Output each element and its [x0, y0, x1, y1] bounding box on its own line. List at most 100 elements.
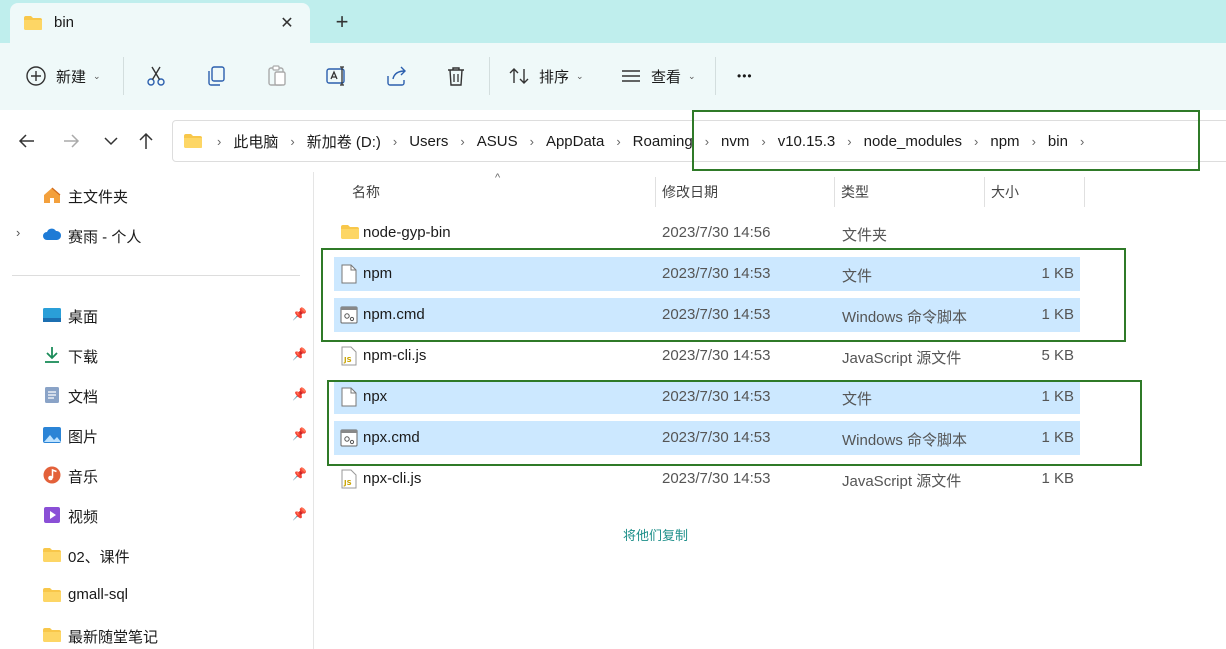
column-header-size[interactable]: 大小	[991, 182, 1019, 202]
recent-locations-chevron-icon[interactable]	[100, 130, 122, 152]
sidebar-item-desktop[interactable]: 桌面 📌	[0, 300, 313, 330]
sidebar-item-label: 最新随堂笔记	[68, 629, 159, 646]
pin-icon[interactable]: 📌	[292, 347, 307, 361]
chevron-right-icon[interactable]: ›	[393, 134, 397, 149]
sidebar-item-courseware[interactable]: 02、课件	[0, 540, 313, 570]
highlight-box-path	[692, 110, 1200, 171]
desktop-icon	[43, 308, 61, 322]
tab-bin[interactable]: bin ✕	[10, 3, 310, 43]
file-name: npm-cli.js	[363, 347, 427, 364]
column-divider[interactable]	[984, 177, 985, 207]
sidebar-item-downloads[interactable]: 下载 📌	[0, 340, 313, 370]
column-header-name[interactable]: 名称	[352, 182, 380, 202]
svg-text:JS: JS	[343, 356, 352, 364]
file-row[interactable]: JS npx-cli.js 2023/7/30 14:53 JavaScript 源文…	[334, 462, 1080, 496]
svg-text:JS: JS	[343, 479, 352, 487]
column-divider[interactable]	[834, 177, 835, 207]
column-divider[interactable]	[655, 177, 656, 207]
breadcrumb-item[interactable]: AppData	[546, 133, 604, 150]
sort-icon	[509, 68, 529, 84]
cloud-icon	[43, 228, 62, 240]
sidebar-item-documents[interactable]: 文档 📌	[0, 380, 313, 410]
pin-icon[interactable]: 📌	[292, 427, 307, 441]
highlight-box-npx	[327, 380, 1142, 466]
share-icon[interactable]	[385, 64, 409, 88]
chevron-right-icon[interactable]: ›	[530, 134, 534, 149]
sidebar-item-onedrive[interactable]: › 赛雨 - 个人	[0, 220, 313, 250]
pictures-icon	[43, 427, 61, 443]
sidebar-item-label: 桌面	[68, 309, 99, 326]
sidebar-item-videos[interactable]: 视频 📌	[0, 500, 313, 530]
sidebar-item-home[interactable]: 主文件夹	[0, 180, 313, 210]
chevron-down-icon: ⌄	[688, 70, 696, 81]
new-button[interactable]: 新建 ⌄	[25, 63, 101, 89]
column-header-type[interactable]: 类型	[841, 182, 869, 202]
sidebar-item-notes[interactable]: 最新随堂笔记	[0, 620, 313, 649]
back-arrow-icon[interactable]	[16, 130, 38, 152]
pin-icon[interactable]: 📌	[292, 507, 307, 521]
sidebar-item-label: 主文件夹	[68, 189, 129, 206]
column-header-date[interactable]: 修改日期	[662, 182, 718, 202]
chevron-right-icon[interactable]: ›	[616, 134, 620, 149]
delete-icon[interactable]	[444, 64, 468, 88]
new-tab-button[interactable]: +	[330, 11, 354, 35]
folder-icon	[24, 16, 42, 30]
annotation-text: 将他们复制	[623, 528, 689, 543]
breadcrumb-item[interactable]: 新加卷 (D:)	[307, 131, 381, 152]
sidebar-item-gmall-sql[interactable]: gmall-sql	[0, 580, 313, 610]
more-options-button[interactable]: •••	[737, 63, 753, 89]
tab-title: bin	[54, 14, 75, 31]
view-button[interactable]: 查看 ⌄	[620, 63, 696, 89]
toolbar-divider	[489, 57, 490, 95]
sidebar-item-label: 视频	[68, 509, 99, 526]
rename-icon[interactable]	[325, 64, 349, 88]
up-arrow-icon[interactable]	[135, 130, 157, 152]
chevron-right-icon[interactable]: ›	[460, 134, 464, 149]
cut-icon[interactable]	[144, 64, 168, 88]
sort-button[interactable]: 排序 ⌄	[508, 63, 584, 89]
copy-icon[interactable]	[204, 64, 228, 88]
sidebar-item-label: 音乐	[68, 469, 99, 486]
close-icon[interactable]: ✕	[276, 12, 298, 34]
sort-ascending-icon: ^	[495, 172, 501, 184]
file-type: JavaScript 源文件	[842, 350, 962, 367]
js-file-icon: JS	[340, 469, 358, 489]
breadcrumb-item[interactable]: Users	[409, 133, 448, 150]
sidebar-item-label: 文档	[68, 389, 99, 406]
file-size: 5 KB	[1041, 347, 1074, 364]
chevron-right-icon[interactable]: ›	[290, 134, 294, 149]
plus-circle-icon	[26, 66, 46, 86]
music-icon	[43, 466, 61, 484]
column-divider[interactable]	[1084, 177, 1085, 207]
sidebar-item-label: 下载	[68, 349, 99, 366]
sort-button-label: 排序	[539, 68, 570, 86]
file-row[interactable]: node-gyp-bin 2023/7/30 14:56 文件夹	[334, 216, 1080, 250]
highlight-box-npm	[321, 248, 1126, 342]
sidebar-item-label: gmall-sql	[68, 586, 129, 603]
sidebar-item-pictures[interactable]: 图片 📌	[0, 420, 313, 450]
forward-arrow-icon[interactable]	[60, 130, 82, 152]
toolbar-divider	[715, 57, 716, 95]
document-icon	[45, 387, 59, 403]
view-button-label: 查看	[651, 68, 682, 86]
breadcrumb-item[interactable]: Roaming	[633, 133, 693, 150]
breadcrumb-item[interactable]: 此电脑	[233, 131, 278, 152]
pin-icon[interactable]: 📌	[292, 307, 307, 321]
chevron-right-icon[interactable]: ›	[16, 225, 20, 240]
chevron-down-icon: ⌄	[576, 70, 584, 81]
sidebar-item-label: 赛雨 - 个人	[68, 229, 142, 246]
sidebar-item-music[interactable]: 音乐 📌	[0, 460, 313, 490]
pin-icon[interactable]: 📌	[292, 387, 307, 401]
breadcrumb-item[interactable]: ASUS	[477, 133, 518, 150]
file-name: npx-cli.js	[363, 470, 422, 487]
file-row[interactable]: JS npm-cli.js 2023/7/30 14:53 JavaScript 源文…	[334, 339, 1080, 373]
js-file-icon: JS	[340, 346, 358, 366]
chevron-right-icon[interactable]: ›	[217, 134, 221, 149]
folder-icon	[43, 548, 61, 562]
pin-icon[interactable]: 📌	[292, 467, 307, 481]
file-type: JavaScript 源文件	[842, 473, 962, 490]
tab-bar: bin ✕ +	[0, 0, 1226, 43]
file-date: 2023/7/30 14:56	[662, 224, 771, 241]
folder-icon	[43, 588, 61, 602]
paste-icon[interactable]	[265, 64, 289, 88]
